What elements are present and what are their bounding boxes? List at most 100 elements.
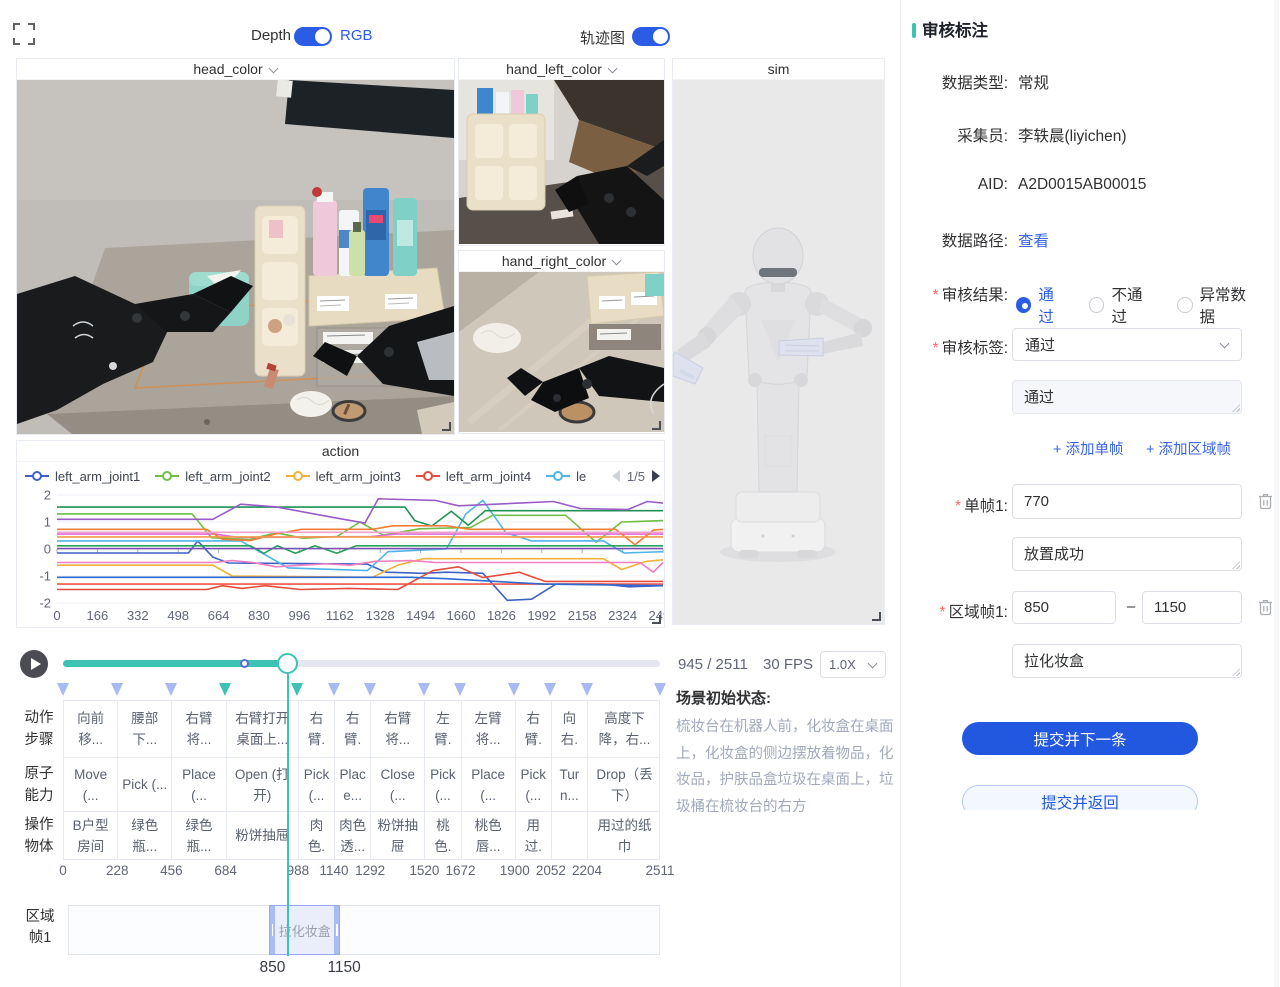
step-cell[interactable]: 向前移... — [64, 701, 118, 757]
panel-resize-handle[interactable] — [443, 423, 452, 432]
result-radio-不通过[interactable]: 不通过 — [1089, 283, 1156, 327]
region-handle-right[interactable] — [336, 924, 338, 936]
atom-cell[interactable]: Pick (... — [118, 758, 172, 811]
timeline-marker-icon[interactable] — [364, 683, 376, 696]
object-cell[interactable]: 绿色瓶... — [172, 812, 226, 859]
timeline-marker-icon[interactable] — [165, 683, 177, 696]
timeline-marker-icon[interactable] — [111, 683, 123, 696]
atom-cell[interactable]: Close (... — [371, 758, 425, 811]
legend-prev-icon[interactable] — [612, 470, 620, 482]
step-cell[interactable]: 腰部下... — [118, 701, 172, 757]
region-track-bar[interactable]: 拉化妆盒 — [68, 905, 660, 955]
hand-right-camera-selector[interactable]: hand_right_color — [459, 251, 664, 272]
action-chart[interactable]: 210-1-2016633249866483099611621328149416… — [17, 489, 664, 628]
head-camera-selector[interactable]: head_color — [17, 59, 454, 80]
atom-cell[interactable]: Pick (... — [299, 758, 335, 811]
step-cell[interactable]: 高度下降，右... — [588, 701, 661, 757]
legend-pager: 1/5 — [606, 463, 660, 489]
timeline-marker-icon[interactable] — [328, 683, 340, 696]
delete-single-frame-icon[interactable] — [1257, 492, 1274, 510]
legend-item[interactable]: left_arm_joint4 — [416, 469, 531, 484]
legend-item[interactable]: left_arm_joint3 — [286, 469, 401, 484]
timeline-marker-icon[interactable] — [291, 683, 303, 696]
timeline-marker-icon[interactable] — [454, 683, 466, 696]
step-cell[interactable]: 右臂将... — [371, 701, 425, 757]
single-frame-note-textarea[interactable]: 放置成功 — [1012, 537, 1242, 571]
atom-cell[interactable]: Place... — [335, 758, 371, 811]
hand-left-camera-selector[interactable]: hand_left_color — [459, 59, 664, 80]
required-mark: * — [933, 340, 939, 357]
legend-next-icon[interactable] — [652, 470, 660, 482]
timeline-marker-icon[interactable] — [544, 683, 556, 696]
object-cell[interactable]: 桃色唇... — [462, 812, 516, 859]
region-end-input[interactable] — [1142, 591, 1242, 624]
hand-left-camera-image — [459, 80, 664, 244]
object-cell[interactable]: B户型房间 — [64, 812, 118, 859]
atom-cell[interactable]: Turn... — [552, 758, 588, 811]
region-start-input[interactable] — [1012, 591, 1116, 624]
timeline-marker-icon[interactable] — [508, 683, 520, 696]
step-cell[interactable]: 右臂. — [516, 701, 552, 757]
result-radio-通过[interactable]: 通过 — [1016, 283, 1068, 327]
scrollbar-track[interactable] — [1274, 0, 1279, 987]
speed-select[interactable]: 1.0X — [820, 651, 886, 678]
add-single-frame-button[interactable]: + 添加单帧 — [1053, 438, 1124, 459]
single-frame-input[interactable] — [1012, 484, 1242, 519]
object-cell[interactable] — [552, 812, 588, 859]
step-cell[interactable]: 右臂. — [335, 701, 371, 757]
data-path-link[interactable]: 查看 — [1018, 229, 1049, 251]
atom-cell[interactable]: Move (... — [64, 758, 118, 811]
timeline-marker-icon[interactable] — [418, 683, 430, 696]
submit-next-button[interactable]: 提交并下一条 — [962, 722, 1198, 755]
delete-region-frame-icon[interactable] — [1257, 598, 1274, 616]
svg-text:1992: 1992 — [527, 608, 556, 623]
tag-note-textarea[interactable]: 通过 — [1012, 380, 1242, 414]
atom-cell[interactable]: Place (... — [462, 758, 516, 811]
object-cell[interactable]: 粉饼抽屉 — [371, 812, 425, 859]
atom-cell[interactable]: Place (... — [172, 758, 226, 811]
object-cell[interactable]: 肉色. — [299, 812, 335, 859]
play-button[interactable] — [20, 650, 48, 678]
single-frame-slider-marker[interactable] — [240, 659, 249, 668]
legend-item[interactable]: left_arm_joint1 — [25, 469, 140, 484]
object-cell[interactable]: 用过的纸巾 — [588, 812, 661, 859]
legend-page-text: 1/5 — [627, 469, 645, 484]
add-region-frame-button[interactable]: + 添加区域帧 — [1146, 438, 1231, 459]
panel-resize-handle[interactable] — [873, 613, 882, 622]
timeline-marker-icon[interactable] — [654, 683, 666, 696]
step-cell[interactable]: 向右. — [552, 701, 588, 757]
fullscreen-icon[interactable] — [13, 23, 35, 45]
legend-item[interactable]: left_arm_joint2 — [155, 469, 270, 484]
playhead-line[interactable] — [287, 674, 289, 956]
panel-resize-handle[interactable] — [653, 616, 662, 625]
region-handle-left[interactable] — [272, 924, 274, 936]
axis-frame-number: 1900 — [500, 863, 530, 878]
collector-value: 李轶晨(liyichen) — [1018, 124, 1127, 146]
tag-select[interactable]: 通过 — [1012, 328, 1242, 361]
depth-rgb-toggle[interactable] — [294, 27, 332, 46]
region-block[interactable]: 拉化妆盒 — [269, 905, 340, 955]
result-radio-异常数据[interactable]: 异常数据 — [1177, 283, 1259, 327]
aid-label: AID: — [898, 176, 1008, 194]
timeline-marker-icon[interactable] — [219, 683, 231, 696]
timeline-marker-icon[interactable] — [57, 683, 69, 696]
panel-resize-handle[interactable] — [653, 422, 662, 431]
atom-cell[interactable]: Pick (... — [425, 758, 461, 811]
svg-text:0: 0 — [53, 608, 60, 623]
step-cell[interactable]: 右臂将... — [172, 701, 226, 757]
step-cell[interactable]: 右臂. — [299, 701, 335, 757]
legend-item[interactable]: le — [546, 469, 586, 484]
timeline-slider-handle[interactable] — [277, 653, 298, 674]
timeline-marker-icon[interactable] — [581, 683, 593, 696]
object-cell[interactable]: 肉色透... — [335, 812, 371, 859]
step-cell[interactable]: 左臂. — [425, 701, 461, 757]
trajectory-toggle[interactable] — [632, 27, 670, 46]
radio-icon — [1089, 297, 1104, 313]
object-cell[interactable]: 用过. — [516, 812, 552, 859]
atom-cell[interactable]: Pick (... — [516, 758, 552, 811]
step-cell[interactable]: 左臂将... — [462, 701, 516, 757]
atom-cell[interactable]: Drop（丢下） — [588, 758, 661, 811]
object-cell[interactable]: 绿色瓶... — [118, 812, 172, 859]
region-frame-note-textarea[interactable]: 拉化妆盒 — [1012, 644, 1242, 678]
object-cell[interactable]: 桃色. — [425, 812, 461, 859]
